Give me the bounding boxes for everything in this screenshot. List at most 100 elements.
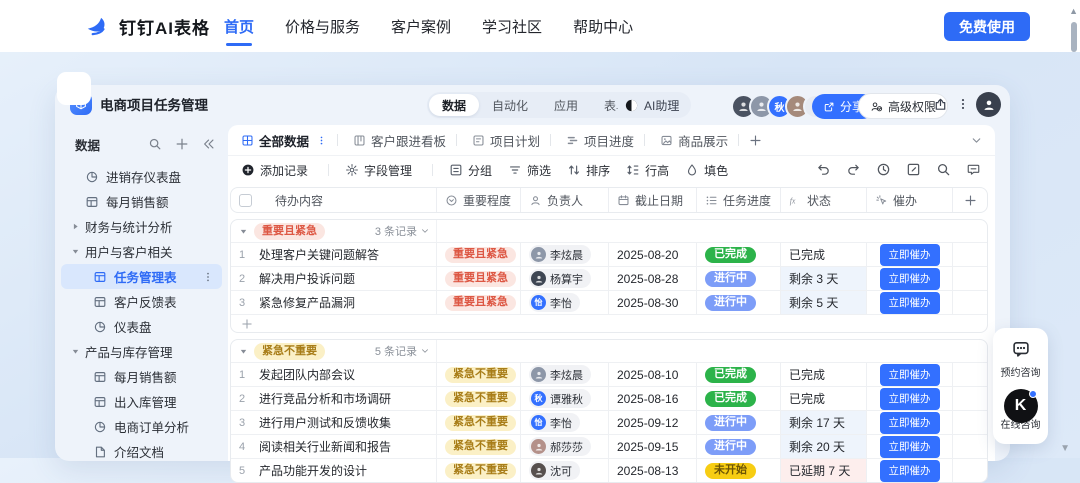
free-trial-button[interactable]: 免费使用 bbox=[944, 12, 1030, 41]
toolbar-button[interactable]: 排序 bbox=[567, 162, 610, 179]
cell-due-date[interactable]: 2025-08-20 bbox=[609, 243, 697, 266]
view-tab[interactable]: 客户跟进看板 bbox=[337, 131, 446, 150]
sidebar-item[interactable]: 进销存仪表盘 bbox=[61, 164, 222, 189]
cell-urge[interactable]: 立即催办 bbox=[867, 411, 953, 434]
cell-due-date[interactable]: 2025-08-10 bbox=[609, 363, 697, 386]
mode-tab[interactable]: 数据 bbox=[429, 94, 479, 116]
cell-progress[interactable]: 进行中 bbox=[697, 267, 781, 290]
toolbar-button[interactable]: 筛选 bbox=[508, 162, 551, 179]
table-row[interactable]: 2 进行竞品分析和市场调研 紧急不重要 bbox=[231, 386, 987, 410]
sidebar-item[interactable]: 财务与统计分析 bbox=[61, 214, 222, 239]
export-icon[interactable] bbox=[933, 97, 948, 112]
caretd-icon[interactable] bbox=[71, 247, 80, 256]
cell-owner[interactable]: 李炫晨 bbox=[521, 363, 609, 386]
cell-priority[interactable]: 重要且紧急 bbox=[437, 267, 521, 290]
sidebar-item[interactable]: 介绍文档 bbox=[61, 439, 222, 464]
table-row[interactable]: 1 发起团队内部会议 紧急不重要 bbox=[231, 362, 987, 386]
sidebar-item[interactable]: 电商订单分析 bbox=[61, 414, 222, 439]
column-header[interactable]: 重要程度 bbox=[437, 188, 521, 212]
online-service-avatar[interactable]: K bbox=[1004, 389, 1038, 423]
table-row[interactable]: 4 阅读相关行业新闻和报告 紧急不重要 bbox=[231, 434, 987, 458]
history-icon[interactable] bbox=[876, 162, 891, 177]
cell-task[interactable]: 4 阅读相关行业新闻和报告 bbox=[231, 435, 437, 458]
nav-link[interactable]: 帮助中心 bbox=[573, 1, 633, 52]
add-view-button[interactable] bbox=[738, 134, 762, 147]
column-header[interactable]: 任务进度 bbox=[697, 188, 781, 212]
cell-owner[interactable]: 秋 谭雅秋 bbox=[521, 387, 609, 410]
cell-task[interactable]: 2 进行竞品分析和市场调研 bbox=[231, 387, 437, 410]
cell-urge[interactable]: 立即催办 bbox=[867, 459, 953, 482]
cell-extra[interactable] bbox=[953, 435, 987, 458]
caretd-icon[interactable] bbox=[71, 347, 80, 356]
cell-progress[interactable]: 已完成 bbox=[697, 363, 781, 386]
urge-now-button[interactable]: 立即催办 bbox=[880, 292, 940, 314]
view-tab[interactable]: 项目进度 bbox=[550, 131, 634, 150]
cell-urge[interactable]: 立即催办 bbox=[867, 267, 953, 290]
form-edit-icon[interactable] bbox=[906, 162, 921, 177]
brand[interactable]: 钉钉AI表格 bbox=[84, 13, 210, 39]
nav-link[interactable]: 客户案例 bbox=[391, 1, 451, 52]
cell-owner[interactable]: 沈可 bbox=[521, 459, 609, 482]
cell-priority[interactable]: 紧急不重要 bbox=[437, 411, 521, 434]
sidebar-item[interactable]: 每月销售额 bbox=[61, 189, 222, 214]
cell-status[interactable]: 剩余 3 天 bbox=[781, 267, 867, 290]
cell-extra[interactable] bbox=[953, 387, 987, 410]
cell-urge[interactable]: 立即催办 bbox=[867, 435, 953, 458]
cell-status[interactable]: 已完成 bbox=[781, 363, 867, 386]
cell-status[interactable]: 剩余 20 天 bbox=[781, 435, 867, 458]
column-header[interactable]: 截止日期 bbox=[609, 188, 697, 212]
cell-due-date[interactable]: 2025-08-30 bbox=[609, 291, 697, 314]
select-all-checkbox[interactable] bbox=[239, 194, 252, 207]
cell-task[interactable]: 2 解决用户投诉问题 bbox=[231, 267, 437, 290]
cell-extra[interactable] bbox=[953, 267, 987, 290]
cell-extra[interactable] bbox=[953, 291, 987, 314]
view-tab[interactable]: 全部数据 bbox=[241, 131, 327, 150]
cell-due-date[interactable]: 2025-09-12 bbox=[609, 411, 697, 434]
nav-link[interactable]: 首页 bbox=[224, 1, 254, 52]
urge-now-button[interactable]: 立即催办 bbox=[880, 364, 940, 386]
cell-urge[interactable]: 立即催办 bbox=[867, 363, 953, 386]
cell-extra[interactable] bbox=[953, 363, 987, 386]
cell-status[interactable]: 剩余 5 天 bbox=[781, 291, 867, 314]
cell-progress[interactable]: 进行中 bbox=[697, 411, 781, 434]
view-tab[interactable]: 项目计划 bbox=[456, 131, 540, 150]
redo-icon[interactable] bbox=[846, 162, 861, 177]
scrollbar-down-arrow[interactable]: ▼ bbox=[1060, 443, 1070, 454]
cell-owner[interactable]: 怡 李怡 bbox=[521, 291, 609, 314]
column-header[interactable]: 待办内容 bbox=[231, 188, 437, 212]
toolbar-button[interactable]: 分组 bbox=[449, 162, 492, 179]
cell-owner[interactable]: 郝莎莎 bbox=[521, 435, 609, 458]
column-header[interactable]: 催办 bbox=[867, 188, 953, 212]
column-header[interactable]: 状态 bbox=[781, 188, 867, 212]
item-more-icon[interactable] bbox=[202, 271, 214, 283]
mode-tab[interactable]: 应用 bbox=[541, 94, 591, 116]
cell-status[interactable]: 已完成 bbox=[781, 243, 867, 266]
cell-owner[interactable]: 李炫晨 bbox=[521, 243, 609, 266]
collapse-views-icon[interactable] bbox=[970, 134, 983, 147]
group-record-count[interactable]: 3 条记录 bbox=[375, 223, 430, 239]
cell-due-date[interactable]: 2025-08-16 bbox=[609, 387, 697, 410]
cell-urge[interactable]: 立即催办 bbox=[867, 387, 953, 410]
toolbar-button[interactable]: 填色 bbox=[685, 162, 728, 179]
cell-priority[interactable]: 紧急不重要 bbox=[437, 363, 521, 386]
group-caret-icon[interactable] bbox=[239, 227, 248, 236]
search-icon[interactable] bbox=[148, 137, 162, 151]
cell-owner[interactable]: 杨算宇 bbox=[521, 267, 609, 290]
cell-progress[interactable]: 未开始 bbox=[697, 459, 781, 482]
mode-tab[interactable]: 自动化 bbox=[479, 94, 541, 116]
group-record-count[interactable]: 5 条记录 bbox=[375, 343, 430, 359]
cell-extra[interactable] bbox=[953, 411, 987, 434]
cell-due-date[interactable]: 2025-09-15 bbox=[609, 435, 697, 458]
sidebar-item[interactable]: 每月销售额 bbox=[61, 364, 222, 389]
sidebar-item[interactable]: 任务管理表 bbox=[61, 264, 222, 289]
add-column-button[interactable] bbox=[953, 188, 987, 212]
undo-icon[interactable] bbox=[816, 162, 831, 177]
ai-assistant-button[interactable]: AI助理 bbox=[617, 92, 691, 118]
cell-task[interactable]: 3 进行用户测试和反馈收集 bbox=[231, 411, 437, 434]
nav-link[interactable]: 价格与服务 bbox=[285, 1, 360, 52]
cell-task[interactable]: 1 处理客户关键问题解答 bbox=[231, 243, 437, 266]
cell-extra[interactable] bbox=[953, 459, 987, 482]
sidebar-item[interactable]: 用户与客户相关 bbox=[61, 239, 222, 264]
sidebar-item[interactable]: 客户反馈表 bbox=[61, 289, 222, 314]
comment-icon[interactable] bbox=[966, 162, 981, 177]
